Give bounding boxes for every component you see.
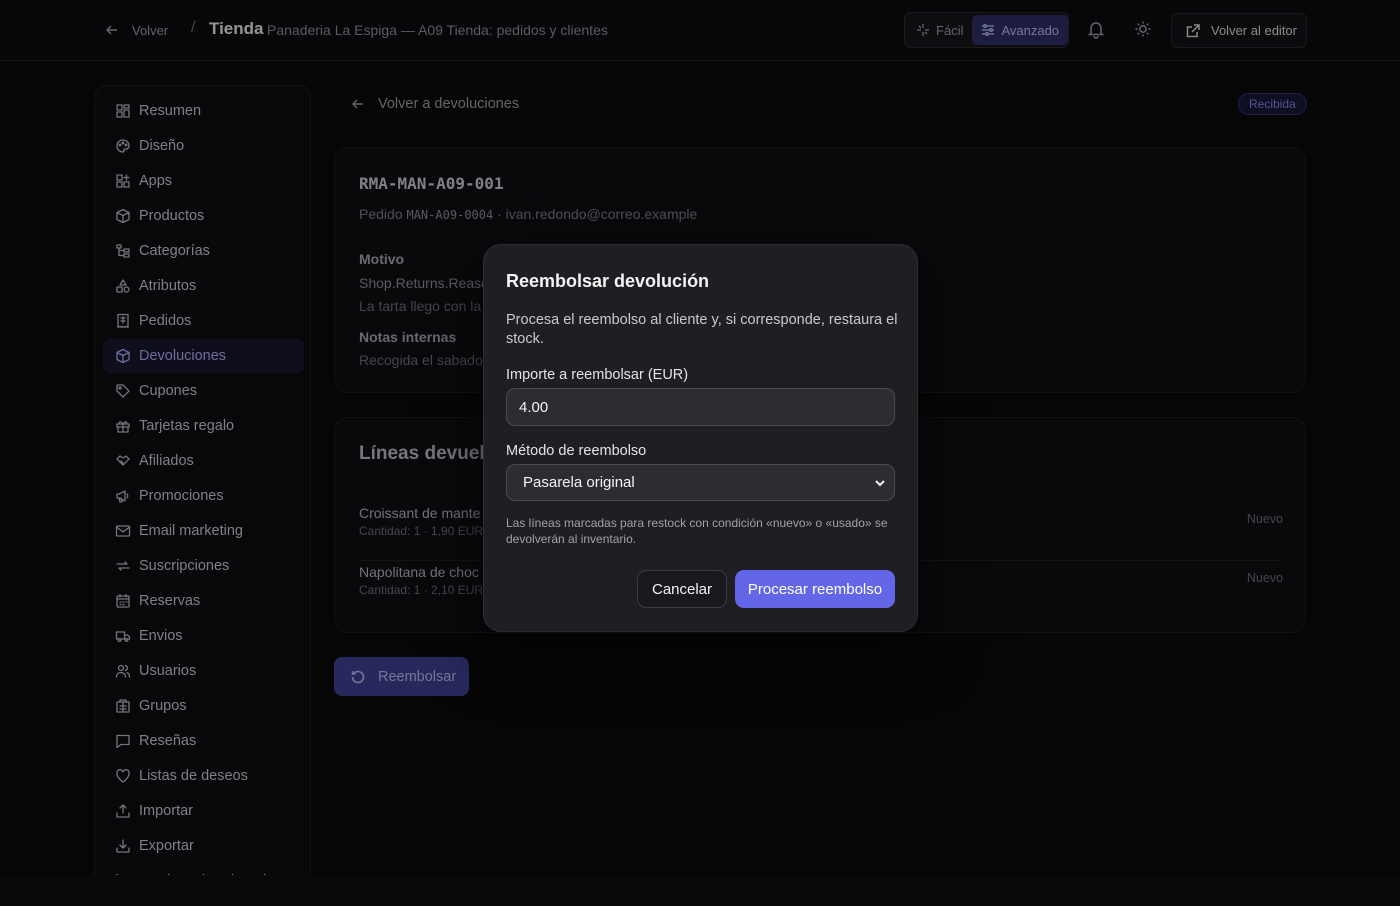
method-select[interactable]: Pasarela original bbox=[506, 464, 895, 501]
method-label: Método de reembolso bbox=[506, 443, 647, 459]
refund-modal: Reembolsar devolución Procesa el reembol… bbox=[483, 244, 918, 632]
modal-description: Procesa el reembolso al cliente y, si co… bbox=[506, 312, 898, 347]
method-select-value: Pasarela original bbox=[523, 474, 635, 491]
process-refund-button[interactable]: Procesar reembolso bbox=[735, 570, 895, 608]
modal-title: Reembolsar devolución bbox=[506, 271, 710, 291]
chevron-down-icon bbox=[875, 480, 885, 487]
amount-input[interactable] bbox=[506, 388, 895, 426]
cancel-button[interactable]: Cancelar bbox=[637, 570, 727, 608]
amount-label: Importe a reembolsar (EUR) bbox=[506, 367, 689, 383]
modal-note: Las líneas marcadas para restock con con… bbox=[506, 516, 888, 546]
